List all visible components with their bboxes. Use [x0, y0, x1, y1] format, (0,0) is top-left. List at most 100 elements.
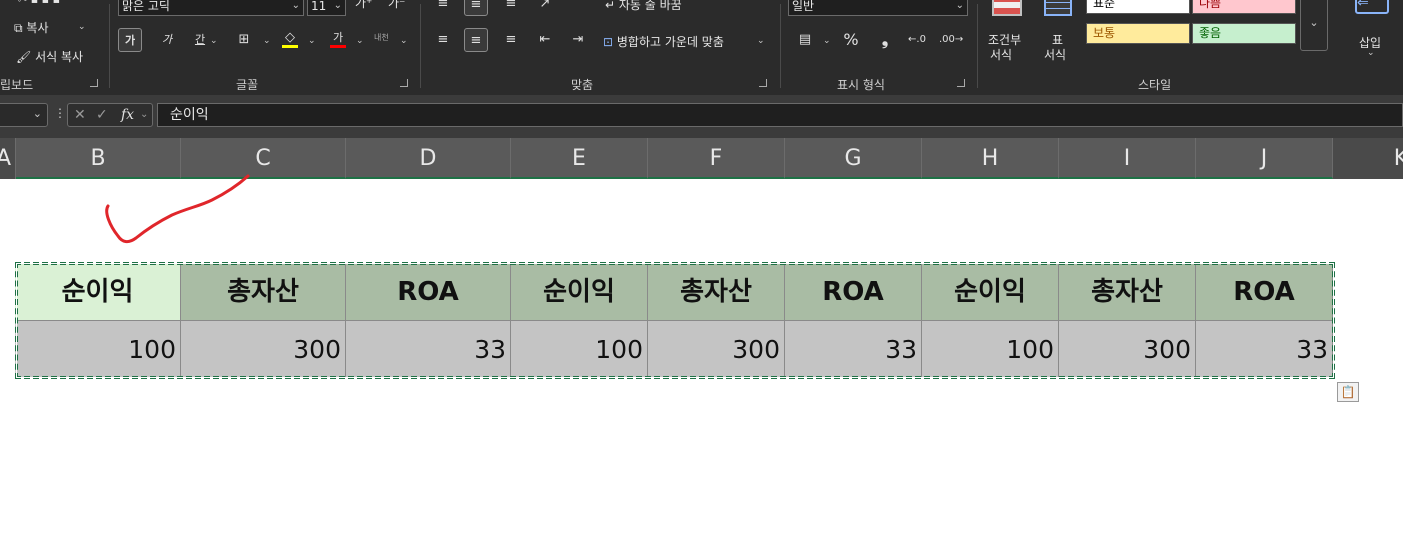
formula-bar-grip[interactable]: ⋮	[54, 106, 66, 120]
clipboard-group-label: 립보드	[0, 78, 34, 92]
percent-button[interactable]: %	[839, 28, 863, 52]
font-name-value: 맑은 고딕	[122, 0, 170, 13]
column-header-h[interactable]: H	[922, 138, 1059, 179]
number-format-value: 일반	[792, 0, 815, 13]
decrease-decimal-button[interactable]: .00→	[939, 28, 963, 52]
borders-dropdown[interactable]: ⌄	[263, 36, 271, 46]
decrease-font-button[interactable]: 가⁻	[388, 0, 405, 11]
phonetic-dropdown[interactable]: ⌄	[400, 36, 408, 46]
fill-color-button[interactable]: ◇	[278, 26, 302, 50]
column-header-k[interactable]: K	[1333, 138, 1403, 179]
phonetic-button[interactable]: 내천	[374, 32, 389, 43]
fill-color-dropdown[interactable]: ⌄	[308, 36, 316, 46]
format-as-table-button[interactable]: 표 서식	[1042, 0, 1078, 64]
table-value-cell[interactable]: 33	[1196, 321, 1333, 378]
column-header-b[interactable]: B	[16, 138, 181, 179]
table-header-cell[interactable]: ROA	[346, 263, 511, 321]
table-value-cell[interactable]: 300	[181, 321, 346, 378]
cell-style-option[interactable]: 좋음	[1192, 23, 1296, 44]
column-header-f[interactable]: F	[648, 138, 785, 179]
table-value-cell[interactable]: 100	[922, 321, 1059, 378]
comma-button[interactable]: ❟	[873, 28, 897, 52]
table-header-cell[interactable]: ROA	[785, 263, 922, 321]
font-color-button[interactable]: 가	[326, 26, 350, 50]
accounting-format-button[interactable]: ▤	[793, 28, 817, 52]
name-box[interactable]: ⌄	[0, 103, 48, 127]
column-header-d[interactable]: D	[346, 138, 511, 179]
paste-options-button[interactable]: 📋	[1337, 382, 1359, 402]
column-header-g[interactable]: G	[785, 138, 922, 179]
cell-style-option[interactable]: 보통	[1086, 23, 1190, 44]
underline-dropdown[interactable]: ⌄	[210, 36, 218, 46]
column-header-j[interactable]: J	[1196, 138, 1333, 179]
table-header-cell[interactable]: 순이익	[922, 263, 1059, 321]
conditional-format-button[interactable]: 조건부 서식	[988, 0, 1028, 64]
insert-function-button[interactable]: fx	[121, 107, 134, 123]
copy-dropdown-arrow[interactable]: ⌄	[78, 22, 86, 32]
alignment-launcher[interactable]	[759, 79, 767, 87]
number-launcher[interactable]	[957, 79, 965, 87]
wrap-text-button[interactable]: ↵ 자동 줄 바꿈	[605, 0, 682, 13]
clipboard-launcher[interactable]	[90, 79, 98, 87]
enter-icon[interactable]: ✓	[96, 107, 108, 123]
table-header-cell[interactable]: 총자산	[648, 263, 785, 321]
merge-center-button[interactable]: ⊡ 병합하고 가운데 맞춤	[603, 33, 724, 50]
column-header-c[interactable]: C	[181, 138, 346, 179]
italic-button[interactable]: 가	[155, 28, 179, 52]
column-header-e[interactable]: E	[511, 138, 648, 179]
table-value-cell[interactable]: 33	[346, 321, 511, 378]
table-header-cell[interactable]: 순이익	[15, 263, 181, 321]
align-left-icon: ≡	[437, 32, 449, 47]
paint-bucket-icon: ◇	[285, 30, 295, 45]
orientation-button[interactable]: ↗	[533, 0, 557, 16]
align-top-icon: ≡	[437, 0, 449, 11]
font-color-swatch	[330, 45, 346, 48]
table-header-cell[interactable]: ROA	[1196, 263, 1333, 321]
increase-indent-button[interactable]: ⇥	[566, 28, 590, 52]
formula-input[interactable]: 순이익	[157, 103, 1403, 127]
accounting-dropdown[interactable]: ⌄	[823, 36, 831, 46]
column-header-i[interactable]: I	[1059, 138, 1196, 179]
decrease-indent-button[interactable]: ⇤	[533, 28, 557, 52]
bold-button[interactable]: 가	[118, 28, 142, 52]
number-format-combo[interactable]: 일반 ⌄	[788, 0, 968, 16]
cancel-icon[interactable]: ✕	[74, 107, 86, 123]
table-value-cell[interactable]: 300	[648, 321, 785, 378]
cell-style-option[interactable]: 나쁨	[1192, 0, 1296, 14]
font-size-combo[interactable]: 11 ⌄	[307, 0, 346, 16]
font-color-dropdown[interactable]: ⌄	[356, 36, 364, 46]
align-left-button[interactable]: ≡	[431, 28, 455, 52]
table-value-cell[interactable]: 300	[1059, 321, 1196, 378]
table-header-cell[interactable]: 순이익	[511, 263, 648, 321]
copy-icon: ⧉	[14, 21, 23, 35]
align-top-button[interactable]: ≡	[431, 0, 455, 16]
align-middle-icon: ≡	[470, 0, 482, 12]
format-painter-button[interactable]: 🖌 서식 복사	[16, 48, 83, 65]
table-value-cell[interactable]: 100	[15, 321, 181, 378]
align-center-button[interactable]: ≡	[464, 28, 488, 52]
insert-icon: ⇐	[1355, 0, 1389, 14]
copy-button[interactable]: ⧉ 복사	[14, 19, 49, 36]
column-header-a[interactable]: A	[0, 138, 16, 179]
conditional-format-icon	[992, 0, 1022, 16]
chevron-down-icon[interactable]: ⌄	[140, 109, 148, 120]
align-middle-button[interactable]: ≡	[464, 0, 488, 16]
cell-style-option[interactable]: 표준	[1086, 0, 1190, 14]
borders-button[interactable]: ⊞	[232, 28, 256, 52]
table-value-cell[interactable]: 33	[785, 321, 922, 378]
insert-button[interactable]: ⇐ 삽입 ⌄	[1355, 0, 1395, 64]
align-bottom-button[interactable]: ≡	[499, 0, 523, 16]
table-header-cell[interactable]: 총자산	[181, 263, 346, 321]
cut-button[interactable]: ✂ ▪ ▪ ▪	[18, 0, 60, 6]
underline-button[interactable]: 간	[188, 28, 212, 52]
increase-decimal-button[interactable]: ←.0	[905, 28, 929, 52]
align-right-button[interactable]: ≡	[499, 28, 523, 52]
ribbon: ✂ ▪ ▪ ▪ ⧉ 복사 ⌄ 🖌 서식 복사 립보드 맑은 고딕 ⌄ 11 ⌄	[0, 0, 1403, 95]
merge-dropdown[interactable]: ⌄	[757, 36, 765, 46]
font-name-combo[interactable]: 맑은 고딕 ⌄	[118, 0, 304, 16]
font-launcher[interactable]	[400, 79, 408, 87]
table-header-cell[interactable]: 총자산	[1059, 263, 1196, 321]
increase-font-button[interactable]: 가⁺	[355, 0, 372, 11]
table-value-cell[interactable]: 100	[511, 321, 648, 378]
style-gallery-more-button[interactable]: ⌄	[1300, 0, 1328, 51]
